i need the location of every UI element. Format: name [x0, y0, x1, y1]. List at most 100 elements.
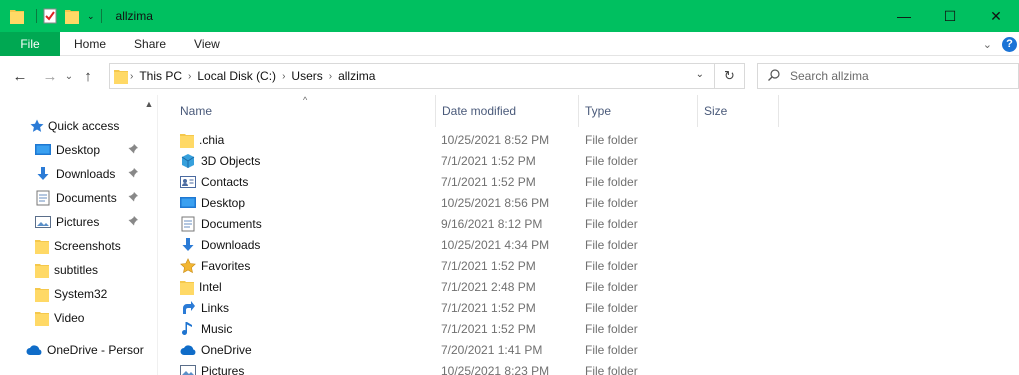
- properties-checkmark-icon[interactable]: [43, 8, 57, 24]
- table-row[interactable]: Music 7/1/2021 1:52 PM File folder: [158, 318, 1019, 339]
- file-type: File folder: [585, 195, 638, 210]
- file-date: 7/1/2021 1:52 PM: [441, 153, 536, 168]
- sidebar-item-label: Quick access: [48, 119, 120, 133]
- scroll-up-icon[interactable]: ▲: [141, 99, 157, 109]
- breadcrumb-separator-icon[interactable]: ›: [282, 71, 285, 82]
- table-row[interactable]: .chia 10/25/2021 8:52 PM File folder: [158, 129, 1019, 150]
- file-date: 7/1/2021 1:52 PM: [441, 258, 536, 273]
- breadcrumb-allzima[interactable]: allzima: [338, 69, 375, 83]
- column-header-size[interactable]: Size: [698, 95, 779, 127]
- breadcrumb-separator-icon[interactable]: ›: [188, 71, 191, 82]
- toolbar-separator: [100, 9, 102, 23]
- recent-locations-dropdown[interactable]: ⌄: [62, 64, 76, 88]
- folder-icon: [114, 68, 128, 84]
- sidebar-item-subtitles[interactable]: subtitles: [35, 259, 98, 281]
- file-date: 10/25/2021 8:56 PM: [441, 195, 550, 210]
- sidebar-item-downloads[interactable]: Downloads: [35, 163, 138, 185]
- sidebar-item-system32[interactable]: System32: [35, 283, 107, 305]
- pin-icon[interactable]: [128, 215, 138, 229]
- folder-icon: [35, 310, 49, 326]
- sidebar-item-documents[interactable]: Documents: [35, 187, 138, 209]
- file-list: ^ Name Date modified Type Size .chia 10/…: [158, 95, 1019, 375]
- file-type: File folder: [585, 216, 638, 231]
- tab-view[interactable]: View: [180, 32, 234, 56]
- refresh-button[interactable]: ↻: [714, 64, 744, 88]
- customize-toolbar-dropdown[interactable]: ⌄: [87, 11, 95, 22]
- minimize-button[interactable]: —: [881, 0, 927, 32]
- documents-icon: [180, 216, 196, 232]
- search-box[interactable]: [757, 63, 1019, 89]
- table-row[interactable]: Favorites 7/1/2021 1:52 PM File folder: [158, 255, 1019, 276]
- ribbon-tabs: File Home Share View ⌄ ?: [0, 31, 1019, 56]
- tab-home[interactable]: Home: [60, 32, 120, 56]
- sidebar-item-label: Downloads: [56, 167, 116, 181]
- sidebar-item-pictures[interactable]: Pictures: [35, 211, 138, 233]
- up-button[interactable]: ↑: [76, 64, 100, 88]
- column-header-date-modified[interactable]: Date modified: [436, 95, 579, 127]
- new-folder-icon[interactable]: [65, 8, 79, 24]
- table-row[interactable]: Downloads 10/25/2021 4:34 PM File folder: [158, 234, 1019, 255]
- pin-icon[interactable]: [128, 167, 138, 181]
- file-name: Links: [201, 300, 230, 315]
- file-name: OneDrive: [201, 342, 252, 357]
- column-header-name[interactable]: Name: [174, 95, 436, 127]
- maximize-button[interactable]: ☐: [927, 0, 973, 32]
- help-icon[interactable]: ?: [1002, 36, 1017, 52]
- table-row[interactable]: 3D Objects 7/1/2021 1:52 PM File folder: [158, 150, 1019, 171]
- column-header-type[interactable]: Type: [579, 95, 698, 127]
- breadcrumb-local-disk[interactable]: Local Disk (C:): [197, 69, 276, 83]
- documents-icon: [35, 190, 51, 206]
- file-date: 7/1/2021 1:52 PM: [441, 300, 536, 315]
- file-name: Documents: [201, 216, 262, 231]
- sidebar-item-video[interactable]: Video: [35, 307, 84, 329]
- close-button[interactable]: ✕: [973, 0, 1019, 32]
- pin-icon[interactable]: [128, 191, 138, 205]
- breadcrumb-separator-icon[interactable]: ›: [130, 71, 133, 82]
- downloads-icon: [180, 237, 196, 253]
- table-row[interactable]: OneDrive 7/20/2021 1:41 PM File folder: [158, 339, 1019, 360]
- favorites-star-icon: [180, 257, 196, 274]
- sidebar-item-label: OneDrive - Persor: [47, 343, 144, 357]
- file-name: Pictures: [201, 363, 245, 375]
- column-headers: ^ Name Date modified Type Size: [158, 95, 1019, 127]
- breadcrumb-users[interactable]: Users: [291, 69, 322, 83]
- table-row[interactable]: Documents 9/16/2021 8:12 PM File folder: [158, 213, 1019, 234]
- file-date: 7/1/2021 2:48 PM: [441, 279, 536, 294]
- breadcrumb-separator-icon[interactable]: ›: [329, 71, 332, 82]
- file-date: 7/1/2021 1:52 PM: [441, 321, 536, 336]
- table-row[interactable]: Desktop 10/25/2021 8:56 PM File folder: [158, 192, 1019, 213]
- sidebar-item-quick-access[interactable]: Quick access: [30, 115, 119, 137]
- tab-file[interactable]: File: [0, 31, 60, 56]
- file-name: 3D Objects: [201, 153, 261, 168]
- sidebar-item-desktop[interactable]: Desktop: [35, 139, 138, 161]
- file-date: 7/20/2021 1:41 PM: [441, 342, 543, 357]
- table-row[interactable]: Contacts 7/1/2021 1:52 PM File folder: [158, 171, 1019, 192]
- table-row[interactable]: Intel 7/1/2021 2:48 PM File folder: [158, 276, 1019, 297]
- sidebar-item-onedrive[interactable]: OneDrive - Persor: [26, 339, 144, 361]
- breadcrumb-this-pc[interactable]: This PC: [139, 69, 182, 83]
- 3d-objects-icon: [180, 153, 196, 169]
- pin-icon[interactable]: [128, 143, 138, 157]
- search-input[interactable]: [790, 69, 990, 83]
- quick-access-star-icon: [30, 119, 44, 133]
- file-date: 10/25/2021 8:52 PM: [441, 132, 550, 147]
- sidebar-item-label: Pictures: [56, 215, 100, 229]
- sidebar-item-screenshots[interactable]: Screenshots: [35, 235, 121, 257]
- forward-button[interactable]: →: [38, 64, 62, 88]
- tab-share[interactable]: Share: [120, 32, 180, 56]
- file-name: Favorites: [201, 258, 251, 273]
- table-row[interactable]: Pictures 10/25/2021 8:23 PM File folder: [158, 360, 1019, 375]
- address-bar[interactable]: › This PC › Local Disk (C:) › Users › al…: [109, 63, 745, 89]
- file-type: File folder: [585, 132, 638, 147]
- table-row[interactable]: Links 7/1/2021 1:52 PM File folder: [158, 297, 1019, 318]
- folder-icon: [180, 132, 194, 148]
- file-type: File folder: [585, 363, 638, 375]
- quick-access-toolbar: ⌄: [0, 0, 108, 32]
- address-history-dropdown-icon[interactable]: ⌄: [696, 69, 704, 80]
- sidebar-scrollbar[interactable]: ▲: [141, 95, 157, 375]
- file-name: .chia: [199, 132, 225, 147]
- folder-icon: [35, 286, 49, 302]
- back-button[interactable]: ←: [8, 64, 32, 88]
- sidebar-item-label: subtitles: [54, 263, 99, 277]
- expand-ribbon-chevron-icon[interactable]: ⌄: [983, 38, 992, 51]
